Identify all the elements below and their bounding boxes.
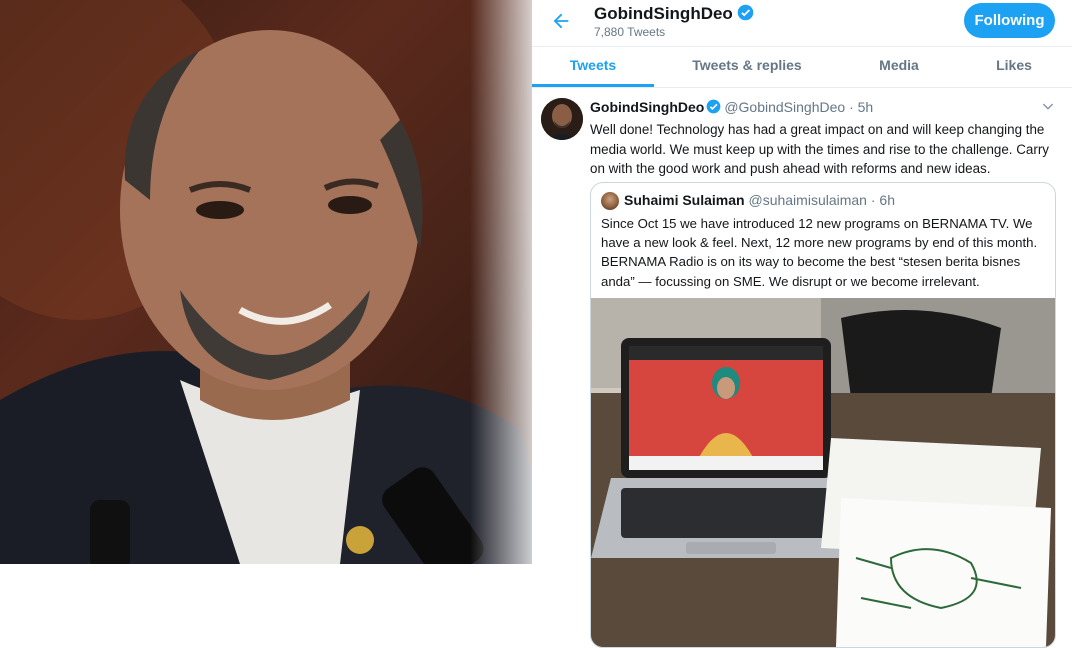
quoted-tweet[interactable]: Suhaimi Sulaiman @suhaimisulaiman · 6h S… — [590, 182, 1056, 648]
tweet-author-name[interactable]: GobindSinghDeo — [590, 99, 704, 115]
verified-badge-icon — [737, 4, 754, 21]
tab-media[interactable]: Media — [858, 47, 940, 87]
profile-name: GobindSinghDeo — [594, 4, 754, 24]
laptop-desk-illustration — [591, 298, 1055, 647]
chevron-down-icon[interactable] — [1040, 98, 1056, 114]
profile-header: GobindSinghDeo 7,880 Tweets Following — [532, 0, 1072, 47]
quoted-author-name: Suhaimi Sulaiman — [624, 192, 745, 208]
quoted-media-image[interactable] — [591, 298, 1055, 647]
tab-likes[interactable]: Likes — [980, 47, 1048, 87]
tweet-count: 7,880 Tweets — [594, 25, 666, 39]
tweet-avatar[interactable] — [541, 98, 583, 140]
twitter-panel: GobindSinghDeo 7,880 Tweets Following Tw… — [532, 0, 1072, 648]
quoted-text: Since Oct 15 we have introduced 12 new p… — [601, 216, 1038, 289]
tweet-author-handle[interactable]: @GobindSinghDeo — [724, 99, 845, 115]
profile-name-text: GobindSinghDeo — [594, 4, 733, 23]
quoted-author-handle: @suhaimisulaiman — [748, 192, 867, 208]
tab-tweets-replies[interactable]: Tweets & replies — [674, 47, 820, 87]
arrow-left-icon[interactable] — [550, 10, 572, 32]
profile-tabs: Tweets Tweets & replies Media Likes — [532, 47, 1072, 88]
tab-tweets[interactable]: Tweets — [532, 47, 654, 87]
quoted-timestamp: · 6h — [870, 192, 895, 208]
tweet-timestamp[interactable]: · 5h — [849, 99, 873, 115]
tweet-text: Well done! Technology has had a great im… — [590, 122, 1049, 176]
profile-photo — [0, 0, 560, 564]
tweet-item[interactable]: GobindSinghDeo @GobindSinghDeo · 5h Well … — [532, 90, 1072, 648]
avatar-illustration — [541, 98, 583, 140]
tweet-author: GobindSinghDeo @GobindSinghDeo · 5h — [590, 99, 873, 115]
following-button[interactable]: Following — [964, 3, 1055, 38]
quoted-avatar — [601, 192, 619, 210]
quoted-author: Suhaimi Sulaiman @suhaimisulaiman · 6h — [624, 192, 895, 208]
verified-badge-icon — [706, 99, 721, 114]
